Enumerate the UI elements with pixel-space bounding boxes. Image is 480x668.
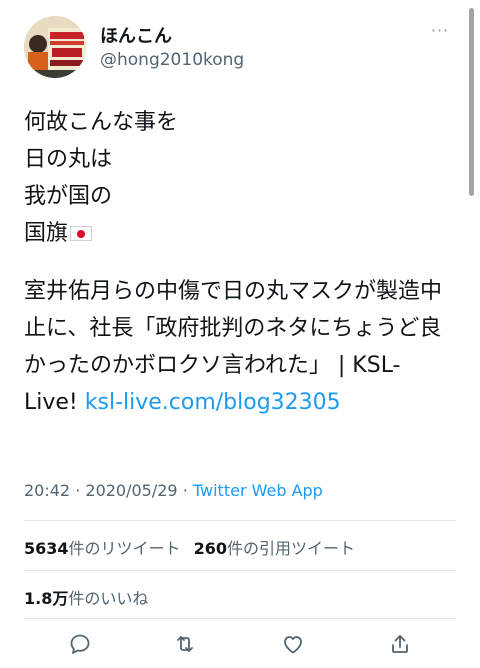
- tweet-date[interactable]: 2020/05/29: [85, 481, 177, 500]
- tweet-line-2: 日の丸は: [24, 147, 113, 172]
- source-app-link[interactable]: Twitter Web App: [193, 481, 323, 500]
- tweet-metadata: 20:42 · 2020/05/29 · Twitter Web App: [24, 481, 464, 500]
- tweet-line-4-text: 国旗: [24, 221, 69, 246]
- tweet-header: ほんこん @hong2010kong ···: [24, 16, 464, 78]
- tweet-line-1: 何故こんな事を: [24, 110, 179, 135]
- reply-icon[interactable]: [64, 628, 96, 660]
- tweet-line-4: 国旗: [24, 215, 448, 252]
- display-name[interactable]: ほんこん: [100, 22, 172, 48]
- divider-1: [24, 520, 456, 521]
- engagement-stats-row: 5634件のリツイート 260件の引用ツイート: [24, 535, 355, 559]
- quotes-label: 件の引用ツイート: [227, 539, 356, 558]
- user-handle[interactable]: @hong2010kong: [100, 50, 244, 70]
- quotes-count: 260: [193, 539, 228, 558]
- tweet-text: 何故こんな事を 日の丸は 我が国の 国旗 室井佑月らの中傷で日の丸マスクが製造中…: [24, 104, 448, 421]
- quotes-stat[interactable]: 260件の引用ツイート: [194, 539, 355, 558]
- likes-count: 1.8万: [24, 589, 69, 608]
- divider-2: [24, 570, 456, 571]
- tweet-time[interactable]: 20:42: [24, 481, 70, 500]
- like-icon[interactable]: [277, 628, 309, 660]
- retweets-count: 5634: [24, 539, 69, 558]
- retweet-icon[interactable]: [169, 628, 201, 660]
- scrollbar[interactable]: [469, 8, 474, 196]
- meta-separator: ·: [75, 481, 81, 500]
- japan-flag-icon: [70, 226, 93, 241]
- avatar[interactable]: [24, 16, 86, 78]
- likes-stat[interactable]: 1.8万件のいいね: [24, 589, 148, 608]
- likes-stats-row: 1.8万件のいいね: [24, 585, 148, 609]
- retweets-label: 件のリツイート: [68, 539, 181, 558]
- meta-separator-2: ·: [182, 481, 188, 500]
- retweets-stat[interactable]: 5634件のリツイート: [24, 539, 181, 558]
- article-link[interactable]: ksl-live.com/blog32305: [85, 390, 341, 415]
- tweet-detail: ほんこん @hong2010kong ··· 何故こんな事を 日の丸は 我が国の…: [0, 0, 480, 668]
- avatar-image: [24, 16, 86, 78]
- action-bar: [24, 628, 456, 660]
- tweet-paragraph-2: 室井佑月らの中傷で日の丸マスクが製造中止に、社長「政府批判のネタにちょうど良かっ…: [24, 273, 448, 421]
- tweet-line-3: 我が国の: [24, 184, 113, 209]
- share-icon[interactable]: [384, 628, 416, 660]
- more-options-icon[interactable]: ···: [426, 20, 454, 40]
- likes-label: 件のいいね: [68, 589, 149, 608]
- divider-3: [24, 618, 456, 619]
